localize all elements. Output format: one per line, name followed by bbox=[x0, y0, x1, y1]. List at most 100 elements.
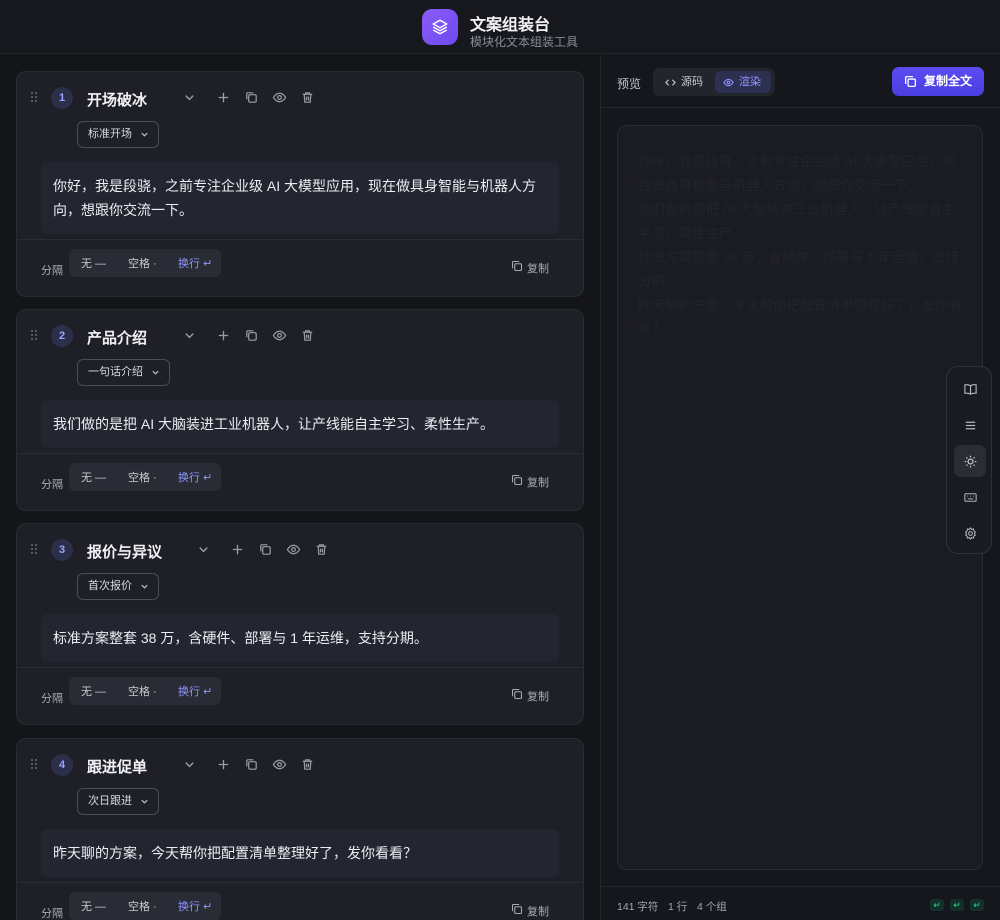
newline-badge: ↵ bbox=[930, 899, 944, 911]
separator-option-newline[interactable]: 换行 ↵ bbox=[178, 255, 212, 271]
chevron-down-icon bbox=[152, 370, 159, 375]
duplicate-icon[interactable] bbox=[243, 756, 259, 772]
add-icon[interactable] bbox=[215, 89, 231, 105]
separator-option-newline[interactable]: 换行 ↵ bbox=[178, 898, 212, 914]
delete-trash-icon[interactable] bbox=[299, 327, 315, 343]
variant-select[interactable]: 一句话介绍 bbox=[77, 359, 170, 386]
menu-lines-icon[interactable] bbox=[954, 409, 986, 441]
copy-all-button[interactable]: 复制全文 bbox=[892, 67, 984, 96]
block-footer: 分隔 无 — 空格 · 换行 ↵ 复制 bbox=[17, 239, 583, 297]
separator-option-none[interactable]: 无 — bbox=[81, 469, 106, 485]
chevron-down-icon bbox=[141, 584, 148, 589]
visibility-eye-icon[interactable] bbox=[271, 756, 287, 772]
floating-toolbar bbox=[946, 366, 992, 554]
visibility-eye-icon[interactable] bbox=[285, 541, 301, 557]
sun-icon[interactable] bbox=[954, 445, 986, 477]
line-count: 1 行 bbox=[668, 901, 688, 913]
separator-option-none[interactable]: 无 — bbox=[81, 898, 106, 914]
block-card: 4 跟进促单 次日跟进 昨天聊的方案，今天帮你把配置清单整理好了，发你看看？ 分… bbox=[16, 738, 584, 920]
separator-label: 分隔 bbox=[41, 265, 63, 277]
layers-logo-icon bbox=[422, 9, 458, 45]
variant-select[interactable]: 标准开场 bbox=[77, 121, 159, 148]
preview-line: 你好，我是段骁，之前专注企业级 AI 大模型应用，现在做具身智能与机器人方向，想… bbox=[638, 154, 956, 193]
newline-badge: ↵ bbox=[950, 899, 964, 911]
block-index-badge: 2 bbox=[51, 325, 73, 347]
copy-icon bbox=[904, 75, 917, 88]
app-title: 文案组装台 bbox=[470, 17, 551, 34]
visibility-eye-icon[interactable] bbox=[271, 327, 287, 343]
separator-segmented-control: 无 — 空格 · 换行 ↵ bbox=[69, 463, 221, 491]
delete-trash-icon[interactable] bbox=[313, 541, 329, 557]
copy-icon bbox=[511, 260, 523, 272]
mode-render-button[interactable]: 渲染 bbox=[715, 71, 771, 93]
collapse-chevron-icon[interactable] bbox=[181, 756, 197, 772]
separator-option-newline[interactable]: 换行 ↵ bbox=[178, 469, 212, 485]
block-header: 2 产品介绍 bbox=[17, 310, 583, 360]
settings-gear-icon[interactable] bbox=[954, 517, 986, 549]
block-text[interactable]: 我们做的是把 AI 大脑装进工业机器人，让产线能自主学习、柔性生产。 bbox=[41, 400, 559, 448]
block-text[interactable]: 标准方案整套 38 万，含硬件、部署与 1 年运维，支持分期。 bbox=[41, 614, 559, 662]
delete-trash-icon[interactable] bbox=[299, 89, 315, 105]
block-title: 产品介绍 bbox=[87, 330, 148, 347]
block-index-badge: 3 bbox=[51, 539, 73, 561]
variant-select-value: 标准开场 bbox=[88, 128, 132, 140]
code-brackets-icon bbox=[665, 79, 676, 86]
chevron-down-icon bbox=[141, 132, 148, 137]
variant-select[interactable]: 次日跟进 bbox=[77, 788, 159, 815]
block-text[interactable]: 昨天聊的方案，今天帮你把配置清单整理好了，发你看看？ bbox=[41, 829, 559, 877]
group-count: 4 个组 bbox=[697, 901, 727, 913]
separator-option-space[interactable]: 空格 · bbox=[128, 683, 157, 699]
duplicate-icon[interactable] bbox=[257, 541, 273, 557]
copy-icon bbox=[511, 688, 523, 700]
preview-line: 昨天聊的方案，今天帮你把配置清单整理好了，发你看看？ bbox=[638, 298, 962, 337]
delete-trash-icon[interactable] bbox=[299, 756, 315, 772]
preview-panel: 预览 源码 渲染 复制全文 你好，我是段骁，之前专注企业级 AI 大模型应用，现… bbox=[601, 55, 1000, 920]
block-list: 1 开场破冰 标准开场 你好，我是段骁，之前专注企业级 AI 大模型应用，现在做… bbox=[0, 55, 600, 920]
separator-option-none[interactable]: 无 — bbox=[81, 683, 106, 699]
block-text[interactable]: 你好，我是段骁，之前专注企业级 AI 大模型应用，现在做具身智能与机器人方向，想… bbox=[41, 162, 559, 234]
mode-source-label: 源码 bbox=[681, 76, 703, 88]
block-footer: 分隔 无 — 空格 · 换行 ↵ 复制 bbox=[17, 453, 583, 511]
preview-label: 预览 bbox=[617, 77, 642, 91]
variant-select-value: 次日跟进 bbox=[88, 795, 132, 807]
separator-option-space[interactable]: 空格 · bbox=[128, 898, 157, 914]
chevron-down-icon bbox=[141, 799, 148, 804]
block-header: 4 跟进促单 bbox=[17, 739, 583, 789]
status-bar: 141 字符 1 行 4 个组 ↵ ↵ ↵ bbox=[601, 886, 1000, 920]
separator-label: 分隔 bbox=[41, 479, 63, 491]
collapse-chevron-icon[interactable] bbox=[181, 89, 197, 105]
block-card: 1 开场破冰 标准开场 你好，我是段骁，之前专注企业级 AI 大模型应用，现在做… bbox=[16, 71, 584, 297]
preview-text: 你好，我是段骁，之前专注企业级 AI 大模型应用，现在做具身智能与机器人方向，想… bbox=[638, 150, 968, 342]
block-index-badge: 1 bbox=[51, 87, 73, 109]
duplicate-icon[interactable] bbox=[243, 327, 259, 343]
copy-block-label: 复制 bbox=[527, 906, 549, 918]
preview-toolbar: 预览 源码 渲染 复制全文 bbox=[601, 55, 1000, 108]
block-footer: 分隔 无 — 空格 · 换行 ↵ 复制 bbox=[17, 882, 583, 920]
keyboard-icon[interactable] bbox=[954, 481, 986, 513]
add-icon[interactable] bbox=[229, 541, 245, 557]
mode-source-button[interactable]: 源码 bbox=[657, 71, 711, 93]
separator-option-none[interactable]: 无 — bbox=[81, 255, 106, 271]
separator-option-space[interactable]: 空格 · bbox=[128, 255, 157, 271]
block-header: 1 开场破冰 bbox=[17, 72, 583, 122]
separator-segmented-control: 无 — 空格 · 换行 ↵ bbox=[69, 249, 221, 277]
app-header: 文案组装台 模块化文本组装工具 bbox=[0, 0, 1000, 54]
separator-label: 分隔 bbox=[41, 693, 63, 705]
collapse-chevron-icon[interactable] bbox=[181, 327, 197, 343]
block-title: 跟进促单 bbox=[87, 759, 148, 776]
preview-line: 标准方案整套 38 万，含硬件、部署与 1 年运维，支持分期。 bbox=[638, 250, 960, 289]
mode-render-label: 渲染 bbox=[739, 76, 761, 88]
copy-block-label: 复制 bbox=[527, 691, 549, 703]
separator-option-space[interactable]: 空格 · bbox=[128, 469, 157, 485]
add-icon[interactable] bbox=[215, 327, 231, 343]
collapse-chevron-icon[interactable] bbox=[195, 541, 211, 557]
add-icon[interactable] bbox=[215, 756, 231, 772]
block-header: 3 报价与异议 bbox=[17, 524, 583, 574]
visibility-eye-icon[interactable] bbox=[271, 89, 287, 105]
separator-option-newline[interactable]: 换行 ↵ bbox=[178, 683, 212, 699]
book-icon[interactable] bbox=[954, 373, 986, 405]
duplicate-icon[interactable] bbox=[243, 89, 259, 105]
variant-select[interactable]: 首次报价 bbox=[77, 573, 159, 600]
copy-all-label: 复制全文 bbox=[924, 74, 973, 88]
variant-select-value: 首次报价 bbox=[88, 580, 132, 592]
